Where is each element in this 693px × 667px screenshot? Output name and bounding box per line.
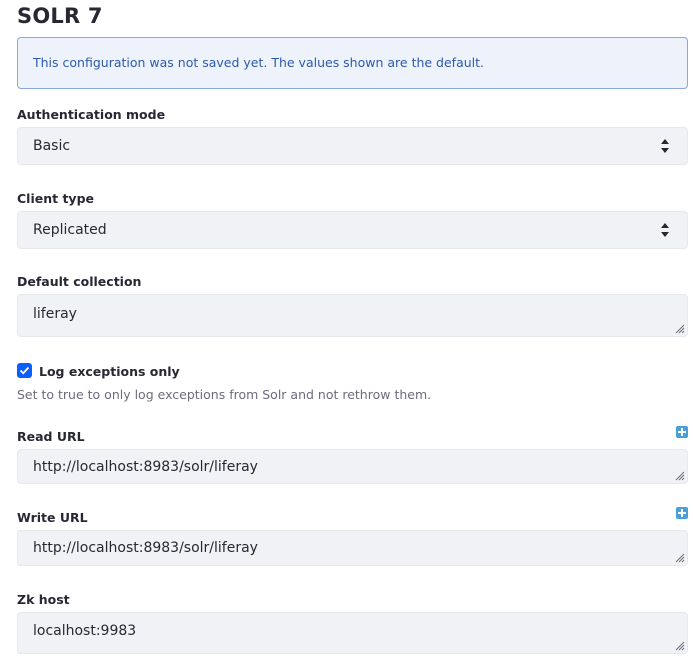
write-url-label: Write URL [17, 510, 88, 525]
client-type-value: Replicated [33, 222, 107, 238]
log-exceptions-label[interactable]: Log exceptions only [39, 364, 180, 379]
solr-config-page: SOLR 7 This configuration was not saved … [0, 0, 693, 667]
default-collection-textarea[interactable]: liferay [17, 294, 688, 337]
read-url-label: Read URL [17, 429, 85, 444]
page-title: SOLR 7 [17, 4, 103, 28]
auth-mode-label: Authentication mode [17, 107, 166, 122]
zk-host-textarea[interactable]: localhost:9983 [17, 612, 688, 654]
read-url-textarea[interactable]: http://localhost:8983/solr/liferay [17, 449, 688, 484]
write-url-value: http://localhost:8983/solr/liferay [33, 540, 258, 556]
write-url-textarea[interactable]: http://localhost:8983/solr/liferay [17, 530, 688, 566]
checkmark-icon [19, 366, 30, 375]
zk-host-value: localhost:9983 [33, 623, 137, 639]
resize-grip-icon[interactable] [675, 324, 685, 334]
client-type-label: Client type [17, 191, 94, 206]
add-write-url-icon[interactable] [676, 507, 688, 519]
read-url-value: http://localhost:8983/solr/liferay [33, 458, 258, 475]
auth-mode-value: Basic [33, 138, 71, 154]
log-exceptions-help: Set to true to only log exceptions from … [17, 387, 432, 402]
add-read-url-icon[interactable] [676, 426, 688, 438]
resize-grip-icon[interactable] [675, 471, 685, 481]
select-arrows-icon [661, 139, 669, 153]
resize-grip-icon[interactable] [675, 553, 685, 563]
select-arrows-icon [661, 223, 669, 237]
auth-mode-select[interactable]: Basic [17, 127, 688, 165]
client-type-select[interactable]: Replicated [17, 211, 688, 249]
resize-grip-icon[interactable] [675, 641, 685, 651]
alert-message: This configuration was not saved yet. Th… [33, 55, 485, 70]
zk-host-label: Zk host [17, 592, 70, 607]
default-collection-value: liferay [33, 306, 77, 322]
log-exceptions-checkbox[interactable] [17, 363, 32, 378]
default-collection-label: Default collection [17, 274, 142, 289]
info-alert: This configuration was not saved yet. Th… [17, 37, 688, 89]
